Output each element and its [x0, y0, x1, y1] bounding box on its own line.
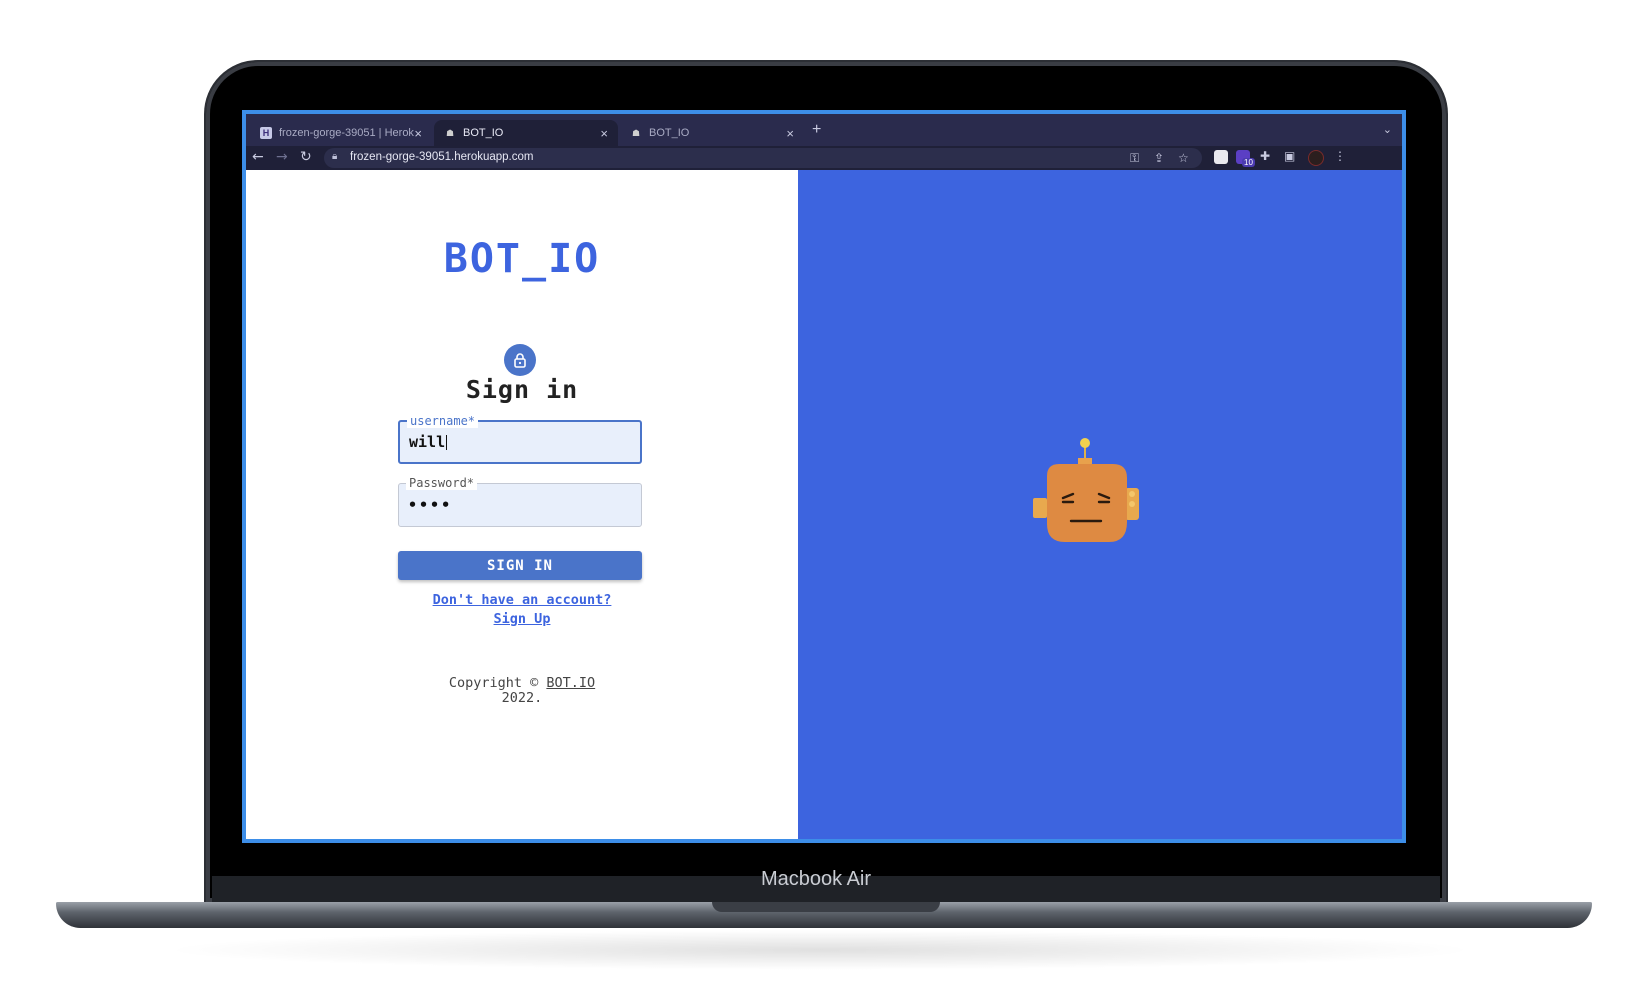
key-icon[interactable]: ⚿ — [1130, 151, 1139, 166]
username-input[interactable]: will — [409, 433, 448, 451]
close-icon[interactable]: × — [786, 126, 794, 141]
password-input[interactable]: •••• — [408, 496, 452, 514]
tab-bar: H frozen-gorge-39051 | Heroku × ☗ BOT_IO… — [246, 114, 1402, 146]
signup-prompt-link[interactable]: Don't have an account? — [246, 592, 798, 608]
back-arrow-icon[interactable]: ← — [252, 149, 264, 165]
extension-icon[interactable] — [1214, 150, 1228, 164]
reload-icon[interactable]: ↻ — [300, 149, 312, 165]
puzzle-icon[interactable]: ✚ — [1260, 149, 1270, 163]
device-label: Macbook Air — [760, 868, 872, 890]
tab-heroku[interactable]: H frozen-gorge-39051 | Heroku × — [250, 120, 432, 146]
signup-link[interactable]: Sign Up — [246, 611, 798, 627]
text-caret — [446, 435, 448, 450]
tab-bot-io[interactable]: ☗ BOT_IO × — [620, 120, 804, 146]
close-icon[interactable]: × — [600, 126, 608, 141]
copyright-footer: Copyright © BOT.IO 2022. — [246, 676, 798, 706]
laptop-notch — [712, 902, 940, 912]
bookmark-star-icon[interactable]: ☆ — [1178, 151, 1189, 165]
url-text: frozen-gorge-39051.herokuapp.com — [350, 151, 534, 163]
new-tab-button[interactable]: + — [812, 121, 821, 139]
lock-icon — [504, 344, 536, 376]
forward-arrow-icon[interactable]: → — [276, 149, 288, 165]
copyright-brand-link[interactable]: BOT.IO — [546, 675, 595, 691]
copyright-year: 2022. — [501, 690, 543, 706]
app-logo: BOT_IO — [443, 236, 601, 282]
page-content: BOT_IO Sign in username* will Password* … — [246, 170, 1402, 839]
lock-icon: 🔒︎ — [332, 151, 338, 162]
extension-badge-count: 10 — [1242, 158, 1255, 167]
tab-title: frozen-gorge-39051 | Heroku — [279, 127, 415, 139]
profile-avatar[interactable] — [1308, 150, 1324, 166]
username-value: will — [409, 433, 446, 451]
close-icon[interactable]: × — [414, 126, 422, 141]
robot-favicon-icon: ☗ — [445, 127, 455, 138]
browser-toolbar: ← → ↻ 🔒︎ frozen-gorge-39051.herokuapp.co… — [246, 146, 1402, 170]
heroku-icon: H — [260, 127, 272, 139]
robot-favicon-icon: ☗ — [631, 127, 641, 138]
browser-window: H frozen-gorge-39051 | Heroku × ☗ BOT_IO… — [242, 110, 1406, 843]
tab-title: BOT_IO — [649, 127, 690, 139]
tab-bot-io-active[interactable]: ☗ BOT_IO × — [434, 120, 618, 146]
laptop-shadow — [160, 930, 1480, 970]
signin-panel: BOT_IO Sign in username* will Password* … — [246, 170, 798, 839]
copyright-prefix: Copyright © — [448, 675, 539, 691]
address-bar[interactable]: 🔒︎ frozen-gorge-39051.herokuapp.com ⚿ ⇪ … — [324, 148, 1202, 168]
username-label: username* — [407, 414, 479, 428]
kebab-menu-icon[interactable]: ⋮ — [1334, 149, 1346, 163]
share-icon[interactable]: ⇪ — [1154, 151, 1164, 165]
username-field[interactable]: username* will — [398, 414, 642, 464]
password-field[interactable]: Password* •••• — [398, 476, 642, 527]
robot-head-illustration — [1033, 438, 1139, 542]
side-panel-icon[interactable]: ▣ — [1284, 149, 1295, 163]
tab-title: BOT_IO — [463, 127, 504, 139]
tab-search-chevron-icon[interactable]: ⌄ — [1383, 123, 1392, 136]
password-label: Password* — [406, 476, 478, 490]
sign-in-button[interactable]: SIGN IN — [398, 551, 642, 580]
page-title: Sign in — [465, 375, 579, 404]
hero-panel — [798, 170, 1402, 839]
